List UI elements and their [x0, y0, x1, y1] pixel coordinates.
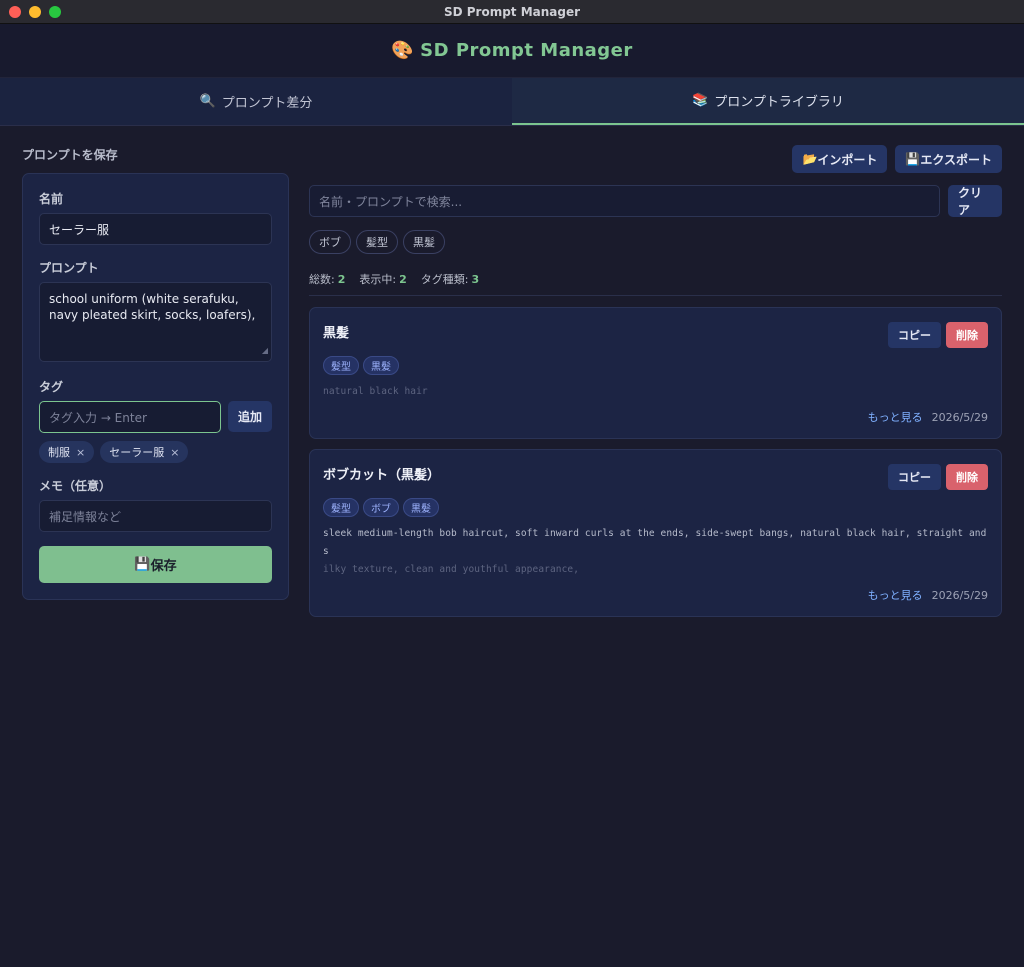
stat-tag-types: タグ種類: 3 [421, 271, 479, 287]
memo-label: メモ（任意） [39, 479, 112, 493]
tag-chip: セーラー服 × [100, 441, 189, 463]
prompt-text: school uniform (white serafuku, navy ple… [49, 292, 256, 322]
search-row: 名前・プロンプトで検索... クリア [309, 185, 1002, 217]
library-toolbar: 📂 インポート 💾 エクスポート [309, 145, 1002, 173]
delete-button[interactable]: 削除 [946, 322, 988, 348]
card-title: 黒髪 [323, 326, 350, 341]
card-title: ボブカット（黒髪） [323, 468, 441, 483]
tab-bar: 🔍 プロンプト差分 📚 プロンプトライブラリ [0, 78, 1024, 126]
name-input[interactable]: セーラー服 [39, 213, 272, 245]
selected-tags: 制服 × セーラー服 × [39, 441, 272, 463]
search-icon: 🔍 [199, 94, 216, 109]
app-header: 🎨 SD Prompt Manager [0, 24, 1024, 78]
library-stats: 総数: 2 表示中: 2 タグ種類: 3 [309, 271, 1002, 296]
section-title: プロンプトを保存 [22, 148, 118, 162]
app-title: 🎨 SD Prompt Manager [391, 40, 633, 61]
tab-prompt-diff[interactable]: 🔍 プロンプト差分 [0, 78, 512, 125]
tag-label: タグ [39, 380, 64, 394]
card-actions: コピー 削除 [888, 464, 988, 490]
prompt-label: プロンプト [39, 261, 99, 275]
save-button[interactable]: 💾 保存 [39, 546, 272, 583]
copy-button[interactable]: コピー [888, 464, 941, 490]
palette-icon: 🎨 [391, 40, 415, 61]
tag-chip: 制服 × [39, 441, 95, 463]
tag-chip-label: 制服 [48, 446, 70, 459]
stat-total: 総数: 2 [309, 271, 345, 287]
copy-button[interactable]: コピー [888, 322, 941, 348]
tab-prompt-library[interactable]: 📚 プロンプトライブラリ [512, 78, 1024, 125]
prompt-textarea[interactable]: school uniform (white serafuku, navy ple… [39, 282, 272, 362]
card-prompt-line: ilky texture, clean and youthful appeara… [323, 564, 580, 575]
tag-entry-row: タグ入力 → Enter 追加 [39, 401, 272, 433]
tag-filter-hairstyle[interactable]: 髪型 [356, 230, 398, 254]
card-tag: 黒髪 [363, 356, 399, 375]
card-footer: もっと見る 2026/5/29 [323, 587, 988, 603]
show-more-link[interactable]: もっと見る [868, 409, 923, 425]
card-date: 2026/5/29 [931, 410, 988, 424]
name-label: 名前 [39, 192, 64, 206]
card-tag: 髪型 [323, 498, 359, 517]
card-prompt-line: sleek medium-length bob haircut, soft in… [323, 528, 987, 557]
save-prompt-panel: 名前 セーラー服 プロンプト school uniform (white ser… [22, 173, 289, 600]
prompt-card: 黒髪 コピー 削除 髪型 黒髪 natural black hair もっと見る… [309, 307, 1002, 439]
card-date: 2026/5/29 [931, 588, 988, 602]
books-icon: 📚 [692, 93, 709, 108]
tag-filter-black-hair[interactable]: 黒髪 [403, 230, 445, 254]
main-content: プロンプトを保存 名前 セーラー服 プロンプト school uniform (… [0, 126, 1024, 627]
tag-input[interactable]: タグ入力 → Enter [39, 401, 221, 433]
resize-grip-icon[interactable]: ◢ [262, 343, 268, 359]
card-prompt-preview: natural black hair [323, 386, 428, 397]
delete-button[interactable]: 削除 [946, 464, 988, 490]
import-button[interactable]: 📂 インポート [792, 145, 888, 173]
card-tag: ボブ [363, 498, 399, 517]
library-column: 📂 インポート 💾 エクスポート 名前・プロンプトで検索... クリア ボブ 髪… [309, 145, 1002, 627]
floppy-disk-icon: 💾 [134, 557, 151, 572]
stat-shown-value: 2 [399, 273, 407, 286]
remove-tag-icon[interactable]: × [76, 446, 85, 459]
zoom-window-button[interactable] [49, 6, 61, 18]
card-tags: 髪型 黒髪 [323, 356, 988, 375]
tag-chip-label: セーラー服 [109, 446, 165, 459]
card-tag: 黒髪 [403, 498, 439, 517]
window-title: SD Prompt Manager [443, 4, 581, 19]
save-prompt-column: プロンプトを保存 名前 セーラー服 プロンプト school uniform (… [22, 146, 289, 627]
add-tag-button[interactable]: 追加 [227, 401, 272, 432]
prompt-card: ボブカット（黒髪） コピー 削除 髪型 ボブ 黒髪 sleek medium-l… [309, 449, 1002, 617]
tab-label: プロンプトライブラリ [714, 95, 844, 110]
export-button[interactable]: 💾 エクスポート [895, 145, 1002, 173]
close-window-button[interactable] [9, 6, 21, 18]
show-more-link[interactable]: もっと見る [868, 587, 923, 603]
stat-tag-types-label: タグ種類: [420, 273, 469, 286]
stat-total-label: 総数: [309, 273, 335, 286]
tag-filter-bob[interactable]: ボブ [309, 230, 351, 254]
folder-icon: 📂 [802, 152, 818, 166]
card-header: ボブカット（黒髪） コピー 削除 [323, 464, 988, 490]
search-input[interactable]: 名前・プロンプトで検索... [309, 185, 940, 217]
card-tags: 髪型 ボブ 黒髪 [323, 498, 988, 517]
save-button-label: 保存 [150, 559, 177, 574]
stat-total-value: 2 [337, 273, 346, 286]
floppy-disk-icon: 💾 [905, 152, 921, 166]
minimize-window-button[interactable] [29, 6, 41, 18]
tab-label: プロンプト差分 [221, 96, 313, 111]
card-actions: コピー 削除 [888, 322, 988, 348]
memo-input[interactable]: 補足情報など [39, 500, 272, 532]
clear-button[interactable]: クリア [948, 185, 1002, 217]
export-label: エクスポート [920, 152, 992, 167]
window-controls [9, 6, 61, 18]
window-titlebar: SD Prompt Manager [0, 0, 1024, 24]
card-tag: 髪型 [323, 356, 359, 375]
app-title-text: SD Prompt Manager [420, 40, 633, 61]
import-label: インポート [817, 152, 878, 167]
card-header: 黒髪 コピー 削除 [323, 322, 988, 348]
stat-shown-label: 表示中: [359, 273, 397, 286]
card-prompt-preview: sleek medium-length bob haircut, soft in… [323, 525, 988, 579]
remove-tag-icon[interactable]: × [170, 446, 179, 459]
stat-shown: 表示中: 2 [359, 271, 406, 287]
tag-filter-list: ボブ 髪型 黒髪 [309, 230, 1002, 254]
stat-tag-types-value: 3 [471, 273, 480, 286]
card-footer: もっと見る 2026/5/29 [323, 409, 988, 425]
